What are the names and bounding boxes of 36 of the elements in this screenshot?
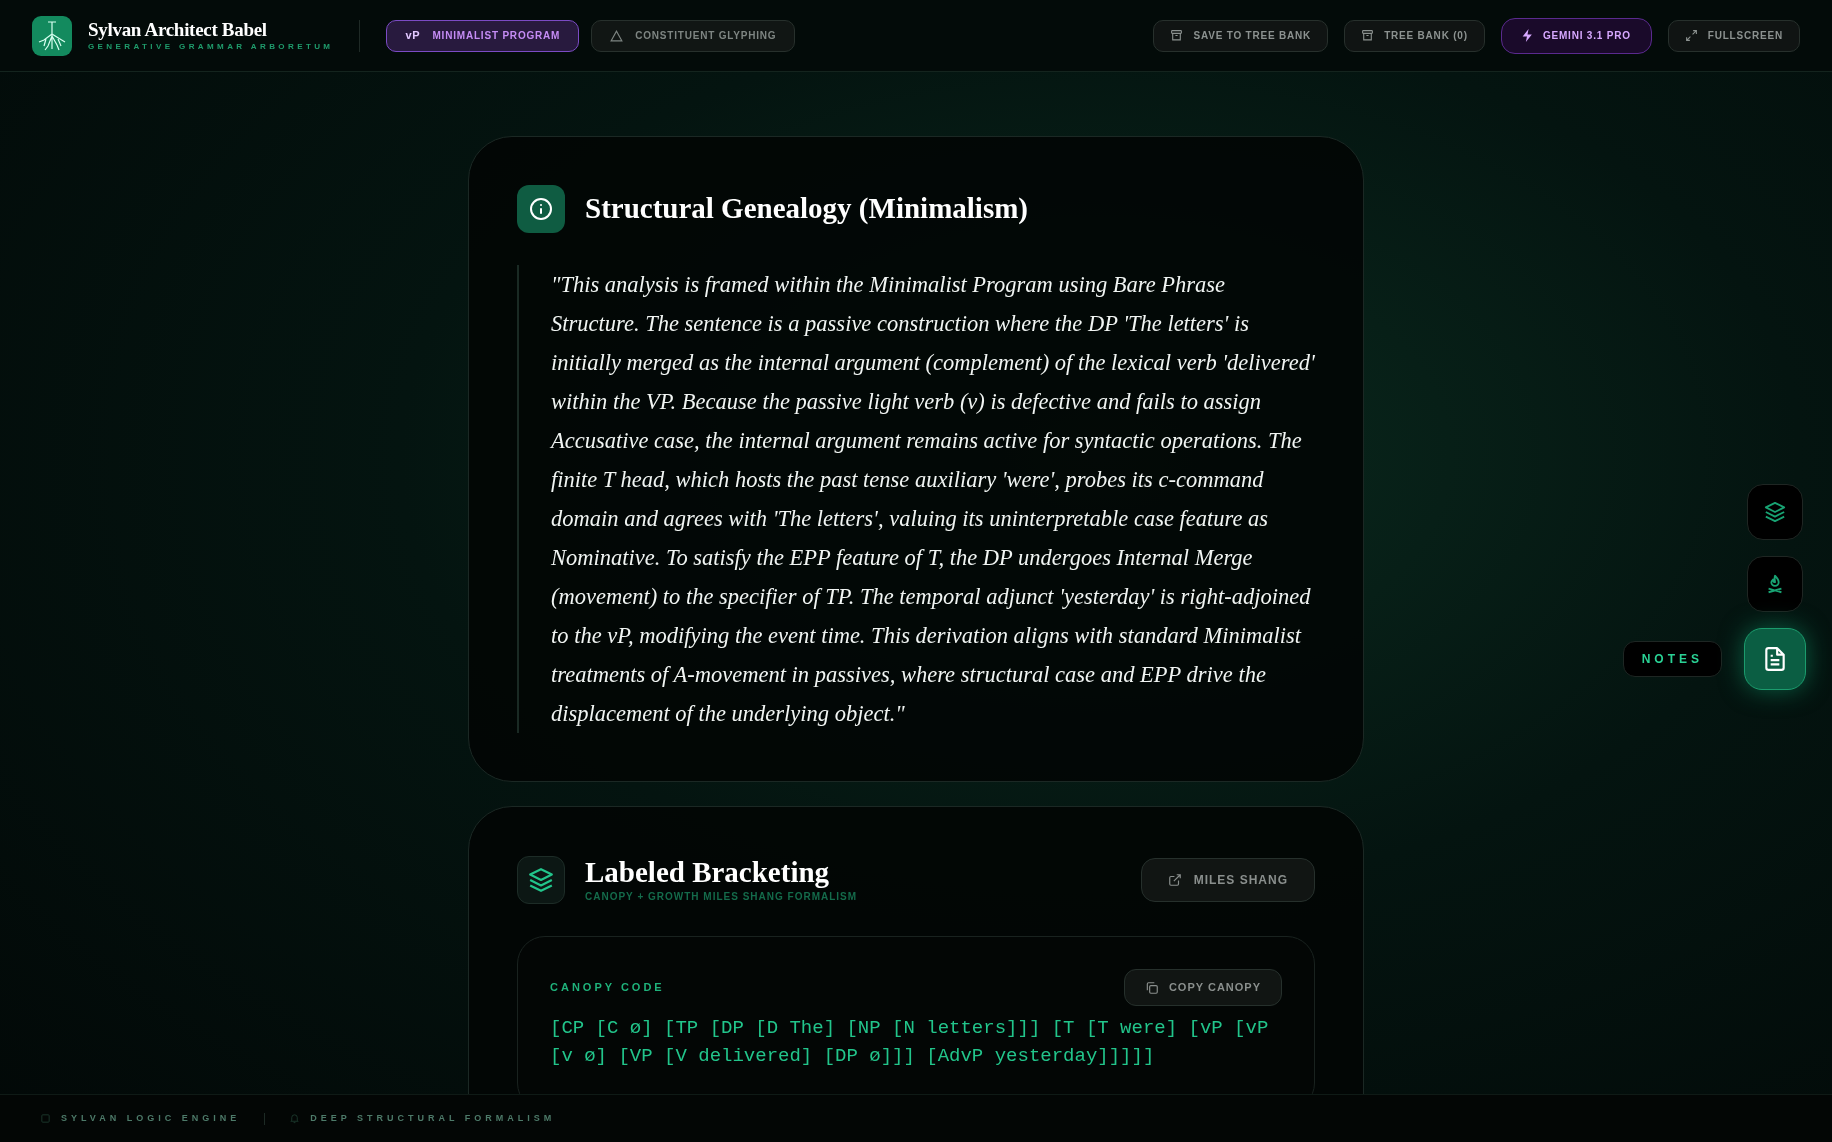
app-title: Sylvan Architect Babel <box>88 18 268 41</box>
lightning-icon <box>1521 29 1533 42</box>
section-title: Structural Genealogy (Minimalism) <box>585 191 1028 227</box>
triangle-icon <box>610 29 624 42</box>
bracket-code: [CP [C ø] [TP [DP [D The] [NP [N letters]]] [T [T were] [vP [vP [v ø] [VP [V delivered] [DP ø]]] [AdvP yesterday]]]]] <box>550 1016 1270 1069</box>
toolbar-button[interactable]: SAVE TO TREE BANK <box>1153 19 1329 52</box>
tree-logo-icon <box>32 15 72 56</box>
layers-icon <box>517 855 565 904</box>
external-link-icon <box>1167 872 1182 887</box>
expand-icon <box>1684 29 1698 42</box>
section-subtitle: CANOPY + GROWTH MILES SHANG FORMALISM <box>585 890 858 904</box>
info-icon <box>517 185 565 233</box>
archive-icon <box>1170 29 1184 42</box>
tooltip: NOTES <box>1622 641 1722 677</box>
document-icon <box>1762 646 1788 672</box>
toolbar-button[interactable]: FULLSCREEN <box>1667 19 1800 52</box>
side-tool-button[interactable] <box>1747 484 1803 540</box>
code-label: CANOPY CODE <box>550 980 665 996</box>
model-button[interactable]: GEMINI 3.1 PRO <box>1500 17 1652 54</box>
analysis-paragraph: "This analysis is framed within the Minimalist Program using Bare Phrase Structure. The sentence is a passive construction where the DP 'The letters' is initially merged as the internal argument (complement) of the lexical verb 'delivered' within the VP. Because the passive light verb (v) is defective and fails to assign Accusative case, the internal argument remains active for syntactic operations. The finite T head, which hosts the past tense auxiliary 'were', probes its c-command domain and agrees with 'The letters', valuing its uninterpretable case feature as Nominative. To satisfy the EPP feature of T, the DP undergoes Internal Merge (movement) to the specifier of TP. The temporal adjunct 'yesterday' is right-adjoined to the vP, modifying the event time. This derivation aligns with standard Minimalist treatments of A-movement in passives, where structural case and EPP drive the displacement of the underlying object." <box>551 271 1315 728</box>
side-tool-button[interactable] <box>1744 628 1806 690</box>
toolbar-button[interactable]: TREE BANK (0) <box>1344 19 1485 52</box>
mode-tab[interactable]: vP MINIMALIST PROGRAM <box>386 19 580 52</box>
mode-tab[interactable]: CONSTITUENT GLYPHING <box>591 19 796 52</box>
section-title: Labeled Bracketing <box>585 855 831 889</box>
bell-icon <box>289 1113 301 1124</box>
copy-icon <box>1144 980 1159 995</box>
author-link-button[interactable]: MILES SHANG <box>1140 857 1315 902</box>
archive-icon <box>1361 29 1375 42</box>
footer-label: DEEP STRUCTURAL FORMALISM <box>310 1111 556 1125</box>
layers-icon <box>1764 501 1786 523</box>
copy-button[interactable]: COPY CANOPY <box>1123 969 1282 1006</box>
app-subtitle: GENERATIVE GRAMMAR ARBORETUM <box>88 40 334 53</box>
mode-label: vP <box>405 28 421 44</box>
chip-icon <box>40 1113 51 1124</box>
footer-label: SYLVAN LOGIC ENGINE <box>61 1111 241 1125</box>
